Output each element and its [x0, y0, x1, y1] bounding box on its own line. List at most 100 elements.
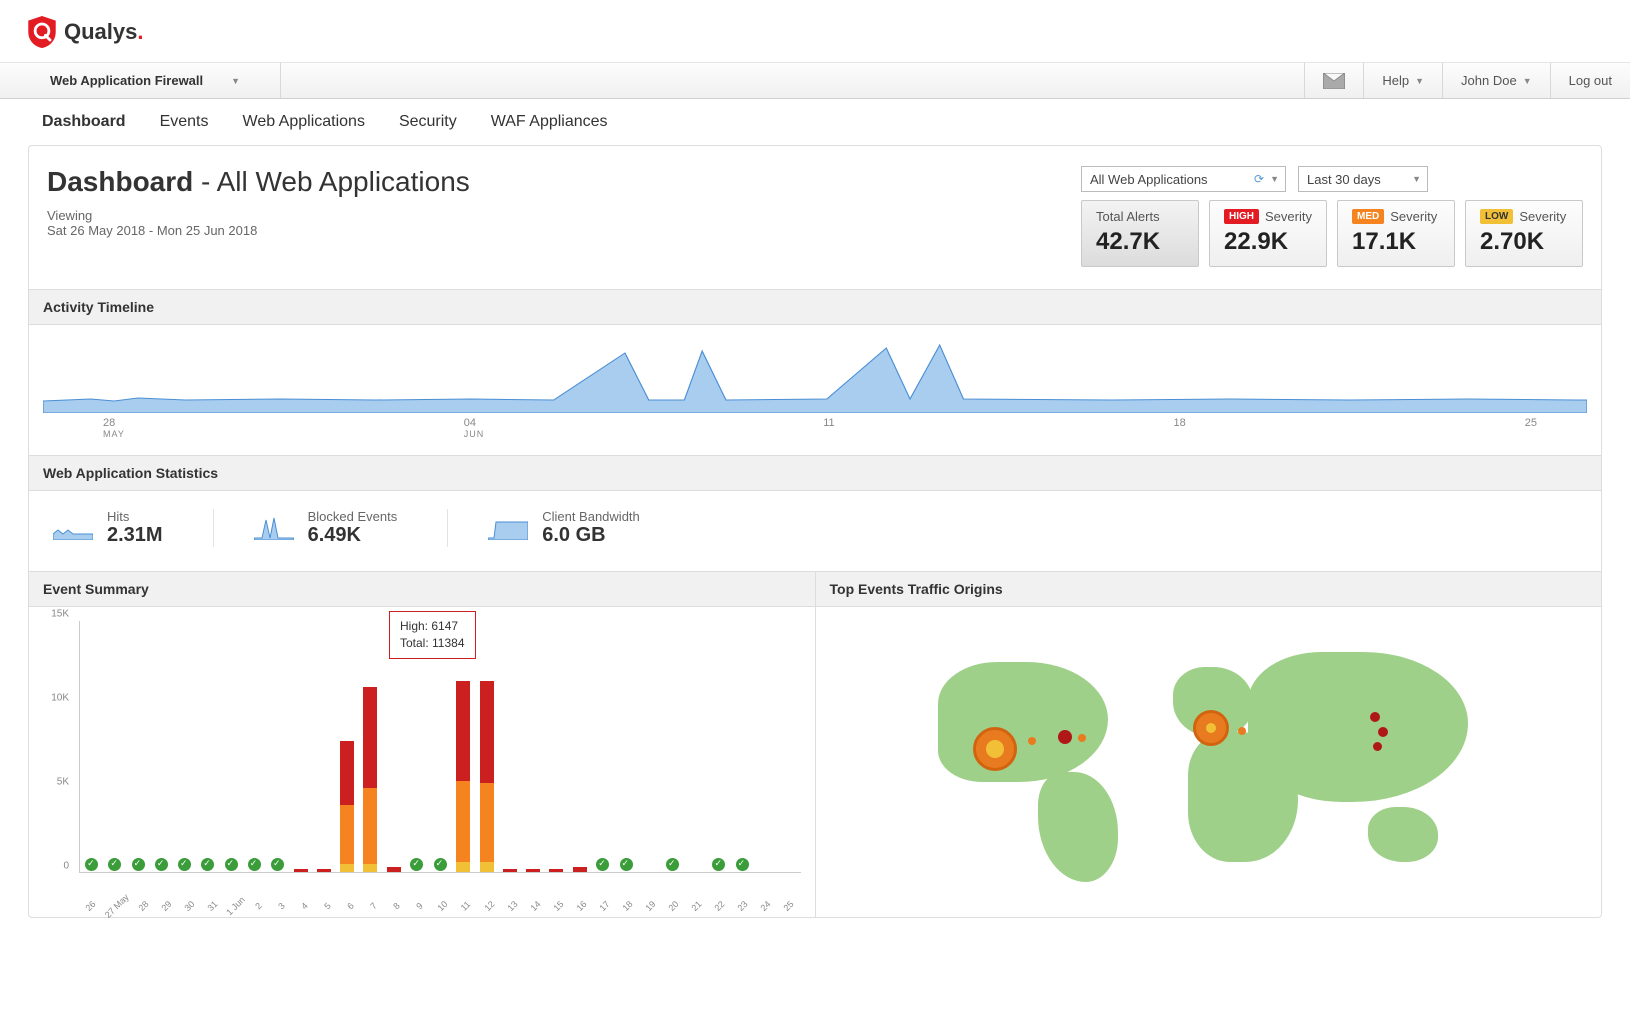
- summary-cards: Total Alerts 42.7K HIGHSeverity 22.9K ME…: [1081, 200, 1583, 267]
- bar-slot[interactable]: [196, 621, 219, 872]
- bar-slot[interactable]: [545, 621, 568, 872]
- logo-shield-icon: [28, 16, 56, 48]
- nav-web-applications[interactable]: Web Applications: [243, 113, 365, 131]
- check-icon: [620, 858, 633, 871]
- bar-slot[interactable]: [243, 621, 266, 872]
- chevron-down-icon: ▼: [1270, 174, 1279, 184]
- card-low-severity[interactable]: LOWSeverity 2.70K: [1465, 200, 1583, 267]
- check-icon: [434, 858, 447, 871]
- card-high-severity[interactable]: HIGHSeverity 22.9K: [1209, 200, 1327, 267]
- badge-med: MED: [1352, 209, 1384, 224]
- stat-hits: Hits2.31M: [43, 509, 213, 547]
- check-icon: [108, 858, 121, 871]
- bar-slot[interactable]: [405, 621, 428, 872]
- bar-slot[interactable]: [103, 621, 126, 872]
- nav-events[interactable]: Events: [160, 113, 209, 131]
- bar-slot[interactable]: [521, 621, 544, 872]
- event-summary-chart[interactable]: 05K10K15K 2627 May282930311 Jun234567891…: [29, 607, 815, 917]
- badge-low: LOW: [1480, 209, 1513, 224]
- bar-slot[interactable]: [80, 621, 103, 872]
- nav-security[interactable]: Security: [399, 113, 457, 131]
- brand-header: Qualys.: [0, 0, 1630, 63]
- nav-waf-appliances[interactable]: WAF Appliances: [491, 113, 608, 131]
- filter-app-select[interactable]: All Web Applications ⟳ ▼: [1081, 166, 1286, 192]
- bar-slot[interactable]: [289, 621, 312, 872]
- bar-slot[interactable]: [219, 621, 242, 872]
- bar-slot[interactable]: [638, 621, 661, 872]
- spark-blocked-icon: [254, 516, 294, 540]
- check-icon: [596, 858, 609, 871]
- section-event-summary: Event Summary: [29, 571, 815, 607]
- map-marker: [1193, 710, 1229, 746]
- chart-y-axis: 05K10K15K: [29, 621, 75, 877]
- stat-blocked: Blocked Events6.49K: [213, 509, 448, 547]
- traffic-origins-map[interactable]: [816, 607, 1602, 917]
- bar-slot[interactable]: [754, 621, 777, 872]
- bar-slot[interactable]: [429, 621, 452, 872]
- bar-slot[interactable]: [359, 621, 382, 872]
- check-icon: [155, 858, 168, 871]
- topbar: Web Application Firewall ▼ Help▼ John Do…: [0, 63, 1630, 99]
- check-icon: [736, 858, 749, 871]
- card-total-alerts[interactable]: Total Alerts 42.7K: [1081, 200, 1199, 267]
- dashboard-panel: Dashboard - All Web Applications Viewing…: [28, 145, 1602, 918]
- stat-bandwidth: Client Bandwidth6.0 GB: [447, 509, 690, 547]
- check-icon: [178, 858, 191, 871]
- bar-slot[interactable]: [731, 621, 754, 872]
- nav-dashboard[interactable]: Dashboard: [42, 113, 126, 131]
- chart-x-axis: 2627 May282930311 Jun2345678910111213141…: [79, 901, 801, 911]
- mail-button[interactable]: [1304, 63, 1363, 98]
- check-icon: [201, 858, 214, 871]
- check-icon: [132, 858, 145, 871]
- bar-slot[interactable]: [568, 621, 591, 872]
- page-title: Dashboard - All Web Applications: [47, 166, 1061, 198]
- spark-bandwidth-icon: [488, 516, 528, 540]
- chevron-down-icon: ▼: [1523, 76, 1532, 86]
- bar-slot[interactable]: [498, 621, 521, 872]
- activity-timeline-chart[interactable]: 28MAY 04JUN 11 18 25: [29, 325, 1601, 455]
- check-icon: [248, 858, 261, 871]
- mail-icon: [1323, 73, 1345, 89]
- bar-slot[interactable]: [661, 621, 684, 872]
- viewing-range: Viewing Sat 26 May 2018 - Mon 25 Jun 201…: [47, 208, 1061, 238]
- main-nav: Dashboard Events Web Applications Securi…: [0, 99, 1630, 145]
- card-med-severity[interactable]: MEDSeverity 17.1K: [1337, 200, 1455, 267]
- bar-slot[interactable]: [707, 621, 730, 872]
- spark-hits-icon: [53, 516, 93, 540]
- badge-high: HIGH: [1224, 209, 1259, 224]
- check-icon: [410, 858, 423, 871]
- check-icon: [85, 858, 98, 871]
- section-web-app-stats: Web Application Statistics: [29, 455, 1601, 491]
- brand-name: Qualys.: [64, 19, 144, 45]
- filter-range-select[interactable]: Last 30 days ▼: [1298, 166, 1428, 192]
- check-icon: [225, 858, 238, 871]
- bar-slot[interactable]: [173, 621, 196, 872]
- logout-button[interactable]: Log out: [1550, 63, 1630, 98]
- help-menu[interactable]: Help▼: [1363, 63, 1442, 98]
- chart-tooltip: High: 6147 Total: 11384: [389, 611, 476, 659]
- section-traffic-origins: Top Events Traffic Origins: [816, 571, 1602, 607]
- bar-slot[interactable]: [475, 621, 498, 872]
- timeline-x-axis: 28MAY 04JUN 11 18 25: [43, 413, 1587, 449]
- bar-slot[interactable]: [614, 621, 637, 872]
- map-marker: [973, 727, 1017, 771]
- bar-slot[interactable]: [382, 621, 405, 872]
- bar-slot[interactable]: [452, 621, 475, 872]
- check-icon: [666, 858, 679, 871]
- bar-slot[interactable]: [336, 621, 359, 872]
- app-switcher[interactable]: Web Application Firewall ▼: [0, 63, 281, 98]
- chevron-down-icon: ▼: [231, 76, 240, 86]
- chevron-down-icon: ▼: [1415, 76, 1424, 86]
- bar-slot[interactable]: [150, 621, 173, 872]
- bar-slot[interactable]: [312, 621, 335, 872]
- bar-slot[interactable]: [126, 621, 149, 872]
- bar-slot[interactable]: [266, 621, 289, 872]
- section-activity-timeline: Activity Timeline: [29, 289, 1601, 325]
- bar-slot[interactable]: [684, 621, 707, 872]
- user-menu[interactable]: John Doe▼: [1442, 63, 1550, 98]
- bar-slot[interactable]: [777, 621, 800, 872]
- bar-slot[interactable]: [591, 621, 614, 872]
- refresh-icon: ⟳: [1254, 172, 1264, 186]
- check-icon: [712, 858, 725, 871]
- check-icon: [271, 858, 284, 871]
